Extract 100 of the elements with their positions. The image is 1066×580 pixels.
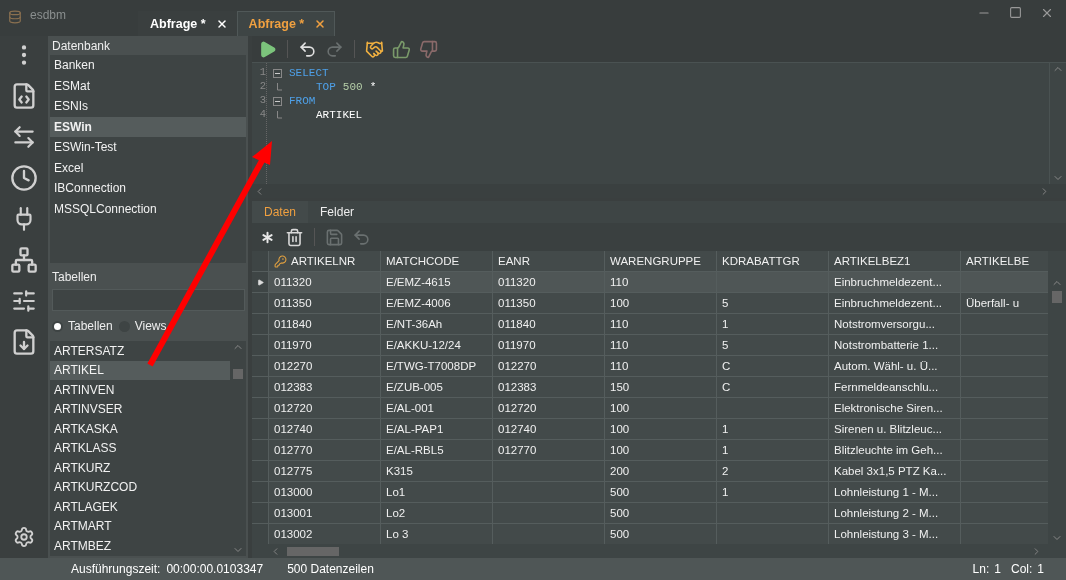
- play-icon: [258, 39, 277, 59]
- row-header-cell[interactable]: [252, 524, 269, 544]
- search-field[interactable]: [52, 289, 245, 311]
- table-item[interactable]: ARTINVEN: [50, 380, 230, 400]
- table-cell: 2: [717, 461, 829, 482]
- undo-icon: [352, 227, 371, 247]
- column-header[interactable]: KDRABATTGR: [717, 251, 829, 272]
- column-header[interactable]: ARTIKELBEZ1: [829, 251, 961, 272]
- fold-icon[interactable]: [273, 96, 282, 106]
- table-cell: 012740: [269, 419, 381, 440]
- table-item[interactable]: ARTINVSER: [50, 399, 230, 419]
- line-label: Ln:: [972, 562, 990, 576]
- table-cell: Einbruchmeldezent...: [829, 293, 961, 314]
- table-cell: K315: [381, 461, 493, 482]
- row-header-cell[interactable]: [252, 398, 269, 419]
- thumbs-up-icon: [392, 39, 411, 59]
- result-tab[interactable]: Felder: [308, 201, 367, 223]
- sql-keyword: SELECT: [289, 67, 329, 79]
- table-cell: C: [717, 377, 829, 398]
- thumbs-down-icon: [419, 39, 438, 59]
- table-item[interactable]: ARTKURZCOD: [50, 477, 230, 497]
- table-cell: 1: [717, 314, 829, 335]
- row-count: 500 Datenzeilen: [287, 562, 374, 576]
- row-header-cell[interactable]: [252, 440, 269, 461]
- table-cell: E/ZUB-005: [381, 377, 493, 398]
- line-number: 1: [258, 66, 266, 80]
- row-header-cell[interactable]: [252, 377, 269, 398]
- thumbs-down-button[interactable]: [417, 39, 440, 59]
- table-cell: 012383: [269, 377, 381, 398]
- database-item[interactable]: ESNIs: [50, 96, 246, 117]
- database-item[interactable]: ESWin: [50, 116, 246, 137]
- table-item[interactable]: ARTERSATZ: [50, 341, 230, 361]
- settings-icon[interactable]: [13, 526, 35, 548]
- row-header-cell[interactable]: [252, 356, 269, 377]
- column-header[interactable]: EANR: [493, 251, 605, 272]
- table-item[interactable]: ARTMBEZ: [50, 536, 230, 556]
- table-item[interactable]: ARTKASKA: [50, 419, 230, 439]
- sql-token: *: [369, 81, 377, 93]
- line-value: 1: [994, 562, 1001, 576]
- row-header-cell[interactable]: [252, 419, 269, 440]
- table-cell: E/AL-PAP1: [381, 419, 493, 440]
- database-item[interactable]: ESWin-Test: [50, 137, 246, 158]
- query-tab[interactable]: Abfrage *: [236, 11, 336, 36]
- database-item[interactable]: ESMat: [50, 75, 246, 96]
- table-cell: 012770: [269, 440, 381, 461]
- table-cell: Lo2: [381, 503, 493, 524]
- database-item[interactable]: IBConnection: [50, 178, 246, 199]
- row-header-cell[interactable]: [252, 272, 269, 293]
- row-header-cell[interactable]: [252, 461, 269, 482]
- table-cell: 011350: [493, 293, 605, 314]
- table-cell: 150: [605, 377, 717, 398]
- clock-icon[interactable]: [10, 164, 38, 192]
- table-cell: 012720: [493, 398, 605, 419]
- row-header-cell[interactable]: [252, 503, 269, 524]
- table-cell: Sirenen u. Blitzleuc...: [829, 419, 961, 440]
- maximize-icon[interactable]: [1009, 6, 1022, 19]
- panel-title: Tabellen: [51, 268, 98, 286]
- database-item[interactable]: MSSQLConnection: [50, 198, 246, 219]
- thumbs-up-button[interactable]: [390, 39, 413, 59]
- table-cell: 110: [605, 335, 717, 356]
- radio-icon[interactable]: [52, 320, 63, 332]
- table-cell: 5: [717, 293, 829, 314]
- row-header-cell[interactable]: [252, 314, 269, 335]
- table-cell: E/AL-001: [381, 398, 493, 419]
- close-icon[interactable]: [215, 18, 228, 30]
- table-cell: C: [717, 356, 829, 377]
- table-item[interactable]: ARTKURZ: [50, 458, 230, 478]
- table-item[interactable]: ARTMART: [50, 516, 230, 536]
- table-cell: 012270: [269, 356, 381, 377]
- result-tab[interactable]: Daten: [252, 201, 309, 223]
- close-icon[interactable]: [314, 18, 327, 30]
- table-cell: 011970: [493, 335, 605, 356]
- filter-radio[interactable]: Tabellen: [52, 319, 113, 333]
- table-cell: E/NT-36Ah: [381, 314, 493, 335]
- table-cell: 100: [605, 440, 717, 461]
- table-item[interactable]: ARTLAGEK: [50, 497, 230, 517]
- column-header[interactable]: WARENGRUPPE: [605, 251, 717, 272]
- database-item[interactable]: Excel: [50, 157, 246, 178]
- database-transfer-icon[interactable]: [11, 124, 37, 150]
- compare-icon[interactable]: [11, 288, 37, 314]
- row-header-cell[interactable]: [252, 335, 269, 356]
- scroll-thumb[interactable]: [1052, 291, 1062, 303]
- table-item[interactable]: ARTKLASS: [50, 438, 230, 458]
- table-cell: 100: [605, 398, 717, 419]
- handshake-button[interactable]: [363, 39, 386, 59]
- table-cell: Lohnleistung 2 - M...: [829, 503, 961, 524]
- row-header-cell[interactable]: [252, 293, 269, 314]
- column-header[interactable]: MATCHCODE: [381, 251, 493, 272]
- table-cell: 100: [605, 293, 717, 314]
- column-header[interactable]: ARTIKELNR: [269, 251, 381, 272]
- row-header-cell[interactable]: [252, 482, 269, 503]
- hierarchy-icon[interactable]: [10, 246, 38, 274]
- line-number: 4: [258, 108, 266, 122]
- table-item[interactable]: ARTIKEL: [50, 360, 230, 380]
- table-cell: Einbruchmeldezent...: [829, 272, 961, 293]
- database-item[interactable]: Banken: [50, 55, 246, 76]
- scroll-thumb[interactable]: [233, 369, 243, 379]
- scroll-thumb[interactable]: [287, 546, 339, 556]
- filter-radio[interactable]: Views: [118, 319, 167, 333]
- fold-icon[interactable]: [273, 68, 282, 78]
